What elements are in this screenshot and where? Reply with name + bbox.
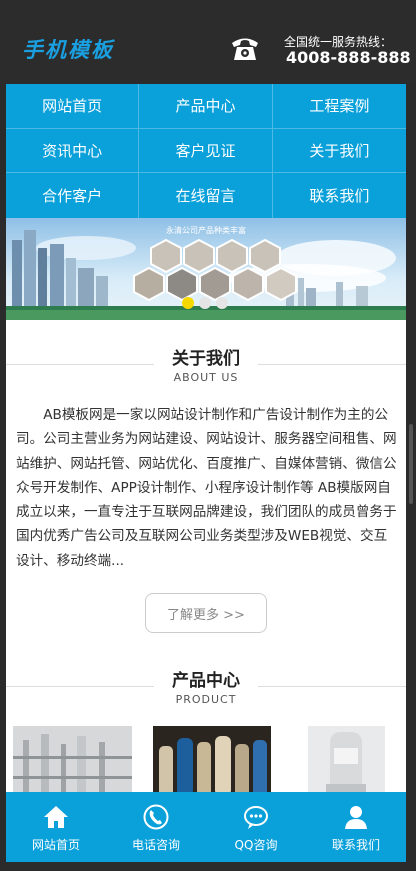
footer-phone-label: 电话咨询	[131, 838, 180, 852]
phone-icon	[143, 804, 169, 830]
product-title: 产品中心	[154, 666, 258, 691]
nav-item-products[interactable]: 产品中心	[139, 84, 273, 129]
nav-item-about[interactable]: 关于我们	[272, 129, 406, 174]
product-image	[308, 726, 385, 792]
product-image	[153, 726, 271, 792]
slider-dots	[182, 297, 228, 309]
footer-home[interactable]: 网站首页	[6, 792, 106, 862]
nav-item-message[interactable]: 在线留言	[139, 173, 273, 218]
nav-item-testimonials[interactable]: 客户见证	[139, 128, 273, 174]
chat-icon	[244, 806, 268, 829]
footer-qq[interactable]: QQ咨询	[206, 792, 306, 862]
product-item[interactable]	[308, 726, 385, 792]
footer-phone[interactable]: 电话咨询	[106, 792, 206, 862]
nav-item-home[interactable]: 网站首页	[6, 84, 140, 129]
hotline-number[interactable]: 4008-888-888	[286, 48, 411, 67]
nav-item-cases[interactable]: 工程案例	[272, 84, 406, 129]
product-subtitle: PRODUCT	[175, 693, 237, 706]
about-section-title: 关于我们 ABOUT US	[6, 344, 406, 384]
slider-dot-1[interactable]	[182, 297, 194, 309]
home-icon	[44, 806, 68, 828]
user-icon	[345, 806, 367, 829]
footer-qq-label: QQ咨询	[234, 838, 278, 852]
nav-item-partners[interactable]: 合作客户	[6, 173, 140, 218]
slider-dot-2[interactable]	[199, 297, 211, 309]
header: 手机模板 全国统一服务热线： 4008-888-888	[0, 0, 416, 84]
main-content: 关于我们 ABOUT US AB模板网是一家以网站设计制作和广告设计制作为主的公…	[6, 320, 406, 792]
telephone-icon[interactable]	[229, 34, 261, 62]
footer-home-label: 网站首页	[31, 838, 80, 852]
slider-dot-3[interactable]	[216, 297, 228, 309]
product-item[interactable]	[153, 726, 271, 792]
footer-contact[interactable]: 联系我们	[306, 792, 406, 862]
about-text: AB模板网是一家以网站设计制作和广告设计制作为主的公司。公司主营业务为网站建设、…	[16, 407, 397, 569]
main-nav: 网站首页 产品中心 工程案例 资讯中心 客户见证 关于我们 合作客户 在线留言 …	[6, 84, 406, 218]
footer-contact-label: 联系我们	[331, 838, 380, 852]
product-item[interactable]	[13, 726, 132, 792]
banner-slider[interactable]: 永清公司产品种类丰富	[6, 218, 406, 320]
nav-item-contact[interactable]: 联系我们	[273, 173, 406, 218]
product-image	[13, 726, 132, 792]
product-section-title: 产品中心 PRODUCT	[6, 666, 406, 706]
about-title: 关于我们	[154, 344, 258, 369]
site-logo[interactable]: 手机模板	[22, 34, 114, 64]
page-scrollbar[interactable]	[406, 84, 416, 871]
learn-more-button[interactable]: 了解更多 >>	[145, 593, 267, 633]
banner-caption: 永清公司产品种类丰富	[166, 226, 246, 235]
about-subtitle: ABOUT US	[173, 371, 239, 384]
scrollbar-thumb[interactable]	[409, 424, 413, 504]
nav-item-news[interactable]: 资讯中心	[6, 128, 140, 174]
product-list	[13, 726, 399, 792]
bottom-nav: 网站首页 电话咨询 QQ咨询 联系我们	[6, 792, 406, 862]
